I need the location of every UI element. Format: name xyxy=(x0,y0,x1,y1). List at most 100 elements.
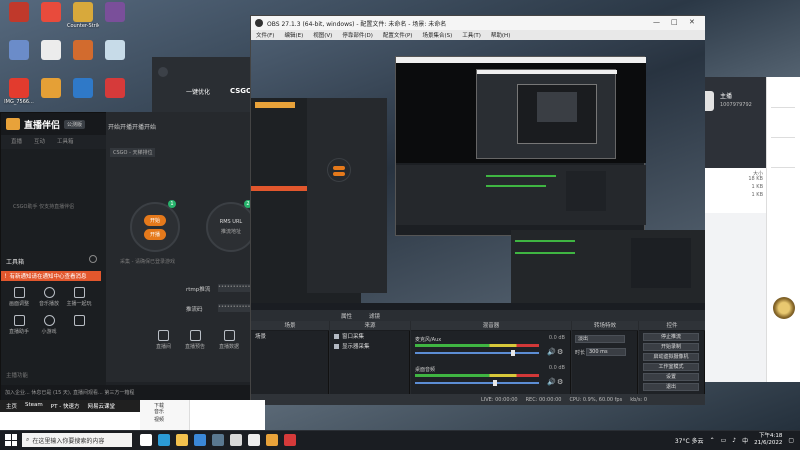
notification-banner[interactable]: ！有新通知请在通知中心查看消息 xyxy=(1,271,101,281)
explorer-icon[interactable] xyxy=(176,434,188,446)
desktop-icon[interactable] xyxy=(36,2,66,40)
speaker-icon[interactable]: 🔊 xyxy=(547,378,556,386)
desktop-icon[interactable] xyxy=(4,2,34,40)
properties-tab[interactable]: 属性 xyxy=(341,312,352,320)
stop-stream-button[interactable]: 停止推流 xyxy=(643,333,699,341)
slider-knob[interactable] xyxy=(493,380,497,386)
tool-adjust[interactable]: 画面调整 xyxy=(4,287,34,307)
explorer-tab[interactable]: Steam xyxy=(25,402,43,410)
controls-header: 控件 xyxy=(639,321,705,331)
filters-tab[interactable]: 滤镜 xyxy=(369,312,380,320)
transition-select[interactable]: 淡出 xyxy=(575,335,625,343)
start-recording-button[interactable]: 开始录制 xyxy=(643,343,699,351)
node-start: 开始 开播 xyxy=(130,202,180,252)
edge-icon[interactable] xyxy=(158,434,170,446)
file-size: 18 KB xyxy=(748,176,763,182)
gear-icon[interactable]: ⚙ xyxy=(557,378,563,386)
app-icon xyxy=(41,40,61,60)
desktop-icon[interactable]: IMG_7566... xyxy=(4,78,34,116)
clock[interactable]: 下午4:18 21/6/2022 xyxy=(754,433,782,447)
menu-help[interactable]: 帮助(H) xyxy=(491,31,510,39)
tab-interact[interactable]: 互动 xyxy=(34,137,45,145)
live-pill[interactable]: 开播 xyxy=(143,228,166,240)
menu-edit[interactable]: 编辑(E) xyxy=(284,31,303,39)
settings-button[interactable]: 设置 xyxy=(643,373,699,381)
notification-icon[interactable]: ▢ xyxy=(788,437,794,444)
speaker-icon[interactable]: 🔊 xyxy=(547,348,556,356)
tool-game[interactable]: 主播一起玩 xyxy=(64,287,94,307)
weather-widget[interactable]: 37°C 多云 xyxy=(675,436,704,445)
menu-docks[interactable]: 停靠部件(D) xyxy=(342,31,373,39)
explorer-tab[interactable]: PT - 快速方 xyxy=(51,402,80,410)
desktop-icon[interactable] xyxy=(100,78,130,116)
tool-data[interactable]: 直播数据 xyxy=(219,330,239,350)
close-icon[interactable]: ✕ xyxy=(689,18,695,26)
source-item[interactable]: 显示器采集 xyxy=(330,341,409,351)
stream-icon[interactable] xyxy=(266,434,278,446)
desktop-icon[interactable] xyxy=(100,2,130,40)
task-view-icon[interactable] xyxy=(140,434,152,446)
studio-mode-button[interactable]: 工作室模式 xyxy=(643,363,699,371)
tool-minigame[interactable]: 小游戏 xyxy=(34,315,64,335)
tab-tools[interactable]: 工具箱 xyxy=(57,137,74,145)
network-icon[interactable]: ▭ xyxy=(721,437,727,444)
game-select[interactable]: CSGO - 天梯排位 xyxy=(110,148,156,157)
tool-assist[interactable]: 直播助手 xyxy=(4,315,34,335)
taskbar-search[interactable]: ⌕ 在这里输入你要搜索的内容 xyxy=(22,433,132,447)
start-pill[interactable]: 开始 xyxy=(143,214,166,226)
tool-preview[interactable]: 直播预告 xyxy=(185,330,205,350)
scene-item[interactable]: 场景 xyxy=(251,331,328,341)
minimize-icon[interactable]: — xyxy=(653,18,660,26)
desktop-icon[interactable] xyxy=(36,40,66,78)
gear-icon[interactable]: ⚙ xyxy=(557,348,563,356)
desktop-icon[interactable] xyxy=(4,40,34,78)
ime-icon[interactable]: 中 xyxy=(742,436,748,445)
nav-item[interactable]: 音乐 xyxy=(140,408,189,416)
source-item[interactable]: 窗口采集 xyxy=(330,331,409,341)
tool-settings-icon[interactable] xyxy=(89,255,97,263)
tab-live[interactable]: 直播 xyxy=(11,137,22,145)
tool-room[interactable]: 直播间 xyxy=(156,330,171,350)
sources-header: 来源 xyxy=(330,321,410,331)
exit-button[interactable]: 退出 xyxy=(643,383,699,391)
chevron-up-icon[interactable]: ⌃ xyxy=(710,437,715,444)
rec-status: REC: 00:00:00 xyxy=(525,396,562,403)
slider-knob[interactable] xyxy=(511,350,515,356)
red-app-icon[interactable] xyxy=(284,434,296,446)
desktop-icon[interactable] xyxy=(36,78,66,116)
music-icon xyxy=(43,287,55,298)
desktop-icon[interactable]: Counter-Strike Global Off... xyxy=(67,2,99,40)
tool-music[interactable]: 音乐播放 xyxy=(34,287,64,307)
volume-meter xyxy=(415,344,539,347)
menu-scene-collection[interactable]: 场景集合(S) xyxy=(422,31,452,39)
virtual-camera-button[interactable]: 启动虚拟摄像机 xyxy=(643,353,699,361)
tool-more[interactable] xyxy=(64,315,94,335)
menu-file[interactable]: 文件(F) xyxy=(256,31,274,39)
header-tab[interactable]: 开始开播开播开始 xyxy=(108,122,156,131)
obs-icon[interactable] xyxy=(248,434,260,446)
duration-label: 时长 xyxy=(575,350,586,356)
store-icon[interactable] xyxy=(194,434,206,446)
steam-icon[interactable] xyxy=(212,434,224,446)
desktop-icon[interactable] xyxy=(68,40,98,78)
optimize-button[interactable]: 一键优化 xyxy=(186,87,210,96)
volume-slider[interactable] xyxy=(415,380,539,386)
explorer-tab[interactable]: 网易云课堂 xyxy=(87,402,115,410)
back-arrow-icon[interactable] xyxy=(158,67,168,77)
nav-item[interactable]: 下载 xyxy=(140,400,189,409)
explorer-tab[interactable]: 主页 xyxy=(6,402,17,410)
menu-tools[interactable]: 工具(T) xyxy=(462,31,481,39)
menu-view[interactable]: 视图(V) xyxy=(313,31,332,39)
start-button[interactable] xyxy=(5,434,17,446)
volume-icon[interactable]: ♪ xyxy=(732,437,736,444)
volume-slider[interactable] xyxy=(415,350,539,356)
duration-field[interactable]: 300 ms xyxy=(586,348,626,356)
nav-item[interactable]: 视频 xyxy=(140,416,189,424)
bottom-left-label[interactable]: 主播功能 xyxy=(6,371,28,379)
menu-profile[interactable]: 配置文件(P) xyxy=(383,31,413,39)
maximize-icon[interactable]: □ xyxy=(671,18,678,26)
desktop-icon[interactable] xyxy=(100,40,130,78)
desktop-icon[interactable] xyxy=(68,78,98,116)
obs-preview-canvas[interactable] xyxy=(251,40,705,321)
app-icon[interactable] xyxy=(230,434,242,446)
